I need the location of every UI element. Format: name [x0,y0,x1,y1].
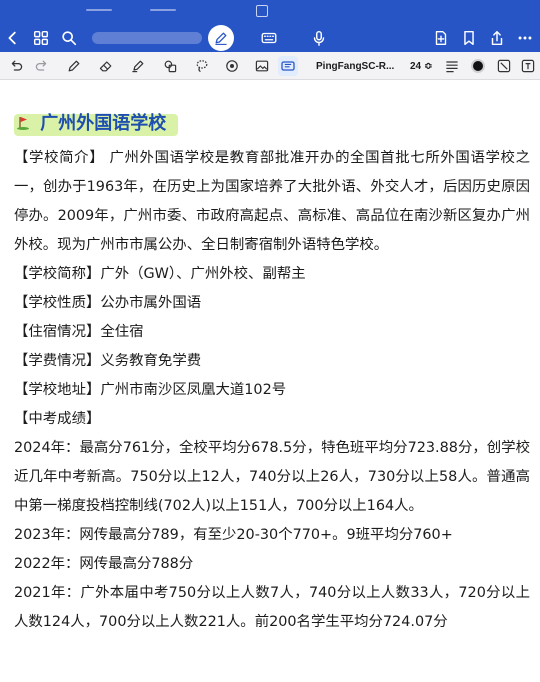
more-options-icon[interactable] [514,27,536,49]
pen-mode-icon[interactable] [208,25,234,51]
font-size-value: 24 [410,60,422,72]
title-text: 广州外国语学校 [40,113,167,134]
style-icon[interactable] [494,56,514,76]
addr-label: 【学校地址】 [14,382,101,398]
school-intro: 【学校简介】 广州外国语学校是教育部批准开办的全国首批七所外国语学校之一，创办于… [14,144,530,260]
exam-results-heading: 【中考成绩】 [14,411,101,427]
abbr-label: 【学校简称】 [14,266,101,282]
highlighter-icon[interactable] [128,56,148,76]
school-address: 【学校地址】广州市南沙区凤凰大道102号 [14,376,530,405]
font-family-selector[interactable]: PingFangSC-R... [316,57,398,75]
results-2024: 2024年：最高分761分，全校平均分678.5分，特色班平均分723.88分，… [14,440,530,514]
status-indicator [150,9,176,11]
window-icon [256,5,268,17]
note-content[interactable]: 广州外国语学校 【学校简介】 广州外国语学校是教育部批准开办的全国首批七所外国语… [14,110,530,637]
font-size-selector[interactable]: 24 ≎ [410,57,433,75]
image-icon[interactable] [252,56,272,76]
golf-flag-icon [16,111,32,130]
back-chevron-icon[interactable] [2,27,24,49]
bookmark-icon[interactable] [458,27,480,49]
text-format-icon[interactable] [518,56,538,76]
results-2021: 2021年：广外本届中考750分以上人数7人，740分以上人数33人，720分以… [14,585,530,630]
lasso-icon[interactable] [192,56,212,76]
fee-label: 【学费情况】 [14,353,101,369]
school-nature: 【学校性质】公办市属外国语 [14,289,530,318]
blurred-document-title [92,32,202,44]
results-2022: 2022年：网传最高分788分 [14,556,194,572]
sticker-icon[interactable] [222,56,242,76]
keyboard-icon[interactable] [258,27,280,49]
share-icon[interactable] [486,27,508,49]
board-text: 全住宿 [100,324,144,340]
grid-icon[interactable] [30,27,52,49]
addr-text: 广州市南沙区凤凰大道102号 [100,382,287,398]
eraser-icon[interactable] [96,56,116,76]
results-2023: 2023年：网传最高分789，有至少20-30个770+。9班平均分760+ [14,527,453,543]
tuition-info: 【学费情况】义务教育免学费 [14,347,530,376]
nature-label: 【学校性质】 [14,295,101,311]
editing-toolbar: PingFangSC-R... 24 ≎ [0,52,540,80]
fee-text: 义务教育免学费 [100,353,202,369]
redo-icon[interactable] [32,56,52,76]
boarding-info: 【住宿情况】全住宿 [14,318,530,347]
school-abbreviation: 【学校简称】广外（GW）、广州外校、副帮主 [14,260,530,289]
top-navigation-bar [0,24,540,52]
intro-label: 【学校简介】 [14,150,105,166]
search-icon[interactable] [58,27,80,49]
color-picker-icon[interactable] [471,59,485,73]
align-icon[interactable] [442,56,462,76]
board-label: 【住宿情况】 [14,324,101,340]
undo-icon[interactable] [6,56,26,76]
status-bar [0,0,540,24]
document-title: 广州外国语学校 [14,110,179,138]
shapes-icon[interactable] [160,56,180,76]
status-indicator [86,9,112,11]
nature-text: 公办市属外国语 [100,295,202,311]
stepper-icon: ≎ [424,60,433,72]
abbr-text: 广外（GW）、广州外校、副帮主 [100,266,306,282]
add-page-icon[interactable] [430,27,452,49]
pen-tool-icon[interactable] [64,56,84,76]
microphone-icon[interactable] [308,27,330,49]
text-box-icon[interactable] [278,56,298,76]
